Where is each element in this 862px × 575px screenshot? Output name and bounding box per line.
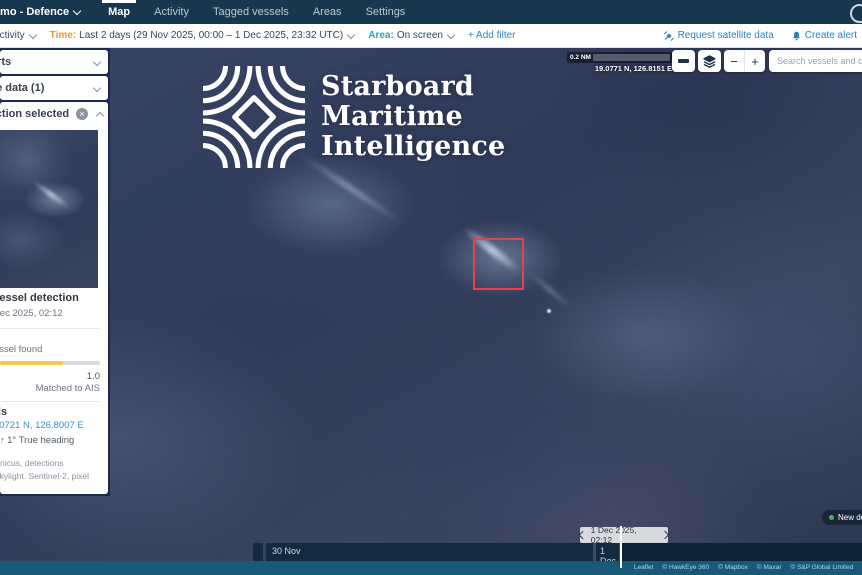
panel-detection-selected: 1 detection selected × Satellite vessel … <box>0 102 108 494</box>
zoom-out-button[interactable]: − <box>724 50 745 72</box>
layers-icon <box>703 55 716 68</box>
create-alert-button[interactable]: Create alert <box>792 30 857 41</box>
source-attribution-line2: Skylight. Sentinel-2, pixel <box>0 471 89 481</box>
panel-satellite-data[interactable]: Satellite data (1) <box>0 76 108 100</box>
new-detections-button[interactable]: New detections <box>822 510 862 525</box>
divider <box>0 401 100 402</box>
attribution-hawkeye[interactable]: © HawkEye 360 <box>662 564 709 571</box>
satellite-map[interactable]: Starboard Maritime Intelligence <box>0 0 862 575</box>
attribution-leaflet[interactable]: Leaflet <box>634 564 654 571</box>
map-attribution: Leaflet © HawkEye 360 © Mapbox © Maxar ©… <box>634 564 862 571</box>
score-value: 1.0 <box>0 371 100 382</box>
starboard-logo: Starboard Maritime Intelligence <box>203 66 505 168</box>
timeline-segment-future[interactable] <box>622 543 862 561</box>
score-note: Matched to AIS <box>0 383 100 394</box>
zoom-control: − + <box>724 50 765 72</box>
attribution-mapbox[interactable]: © Mapbox <box>718 564 748 571</box>
add-filter-button[interactable]: + Add filter <box>468 30 516 41</box>
satellite-icon <box>664 31 674 41</box>
starboard-logo-mark <box>203 66 305 168</box>
divider <box>0 328 100 329</box>
scale-line <box>593 54 670 61</box>
activity-filter-dropdown[interactable]: Activity <box>0 30 36 41</box>
request-satellite-data-button[interactable]: Request satellite data <box>664 30 774 41</box>
detection-selection-box[interactable] <box>473 238 524 290</box>
timeline-segment[interactable] <box>253 543 263 561</box>
chevron-left-icon[interactable] <box>579 531 587 539</box>
left-sidebar: Alerts Satellite data (1) 1 detection se… <box>0 48 110 496</box>
green-dot-icon <box>829 515 834 520</box>
workspace-label: Demo - Defence <box>0 6 69 18</box>
thumbnail-wake-streak <box>31 179 71 210</box>
area-filter-value: On screen <box>397 30 443 41</box>
tab-settings[interactable]: Settings <box>354 0 418 24</box>
area-filter-label: Area: <box>368 30 394 41</box>
bell-icon <box>792 31 801 41</box>
scale-label: 0.2 NM <box>567 54 591 61</box>
detection-coordinates-link[interactable]: 19.0721 N, 126.8007 E <box>0 420 84 431</box>
timeline-playhead[interactable] <box>620 526 622 568</box>
chevron-down-icon <box>28 30 36 38</box>
help-icon[interactable] <box>850 4 862 23</box>
search-box <box>769 50 862 72</box>
score-progress-bar <box>0 361 100 365</box>
zoom-in-button[interactable]: + <box>745 50 765 72</box>
top-navigation-bar: Demo - Defence Map Activity Tagged vesse… <box>0 0 862 24</box>
filter-bar: Activity Time: Last 2 days (29 Nov 2025,… <box>0 24 862 48</box>
workspace-dropdown[interactable]: Demo - Defence <box>0 0 80 24</box>
true-heading: 1° True heading <box>7 435 74 446</box>
app-window: Starboard Maritime Intelligence Demo - D… <box>0 0 862 575</box>
detection-thumbnail[interactable] <box>0 130 98 288</box>
score-progress-fill <box>0 361 63 365</box>
source-attribution-line1: Copernicus, detections <box>0 458 63 468</box>
measure-tool-button[interactable] <box>672 50 695 72</box>
chevron-down-icon <box>347 30 355 38</box>
time-filter-label: Time: <box>50 30 77 41</box>
layers-button[interactable] <box>698 50 721 72</box>
tab-tagged-vessels[interactable]: Tagged vessels <box>201 0 301 24</box>
score-label: Vessel found <box>0 344 42 355</box>
attribution-sp-global[interactable]: © S&P Global Limited <box>791 564 854 571</box>
details-heading: Details <box>0 406 7 418</box>
timeline-segment-1dec[interactable]: 1 Dec <box>596 543 619 561</box>
time-filter-value: Last 2 days (29 Nov 2025, 00:00 – 1 Dec … <box>79 30 343 41</box>
heading-arrow-icon: ↑ <box>0 435 5 446</box>
tab-activity[interactable]: Activity <box>142 0 201 24</box>
search-input[interactable] <box>769 50 862 72</box>
map-scale-bar: 0.2 NM <box>567 52 672 63</box>
map-footer: Leaflet © HawkEye 360 © Mapbox © Maxar ©… <box>0 561 862 575</box>
panel-alerts[interactable]: Alerts <box>0 50 108 74</box>
small-vessel-dot <box>547 309 551 313</box>
panel-alerts-title: Alerts <box>0 56 11 68</box>
area-filter[interactable]: Area: On screen <box>368 30 454 41</box>
cloud-streak <box>526 269 575 311</box>
starboard-logo-text: Starboard Maritime Intelligence <box>321 72 505 162</box>
close-icon[interactable]: × <box>76 108 88 120</box>
panel-selection-title: 1 detection selected <box>0 108 69 120</box>
detection-timestamp: 1 Dec 2025, 02:12 <box>0 308 63 319</box>
chevron-down-icon <box>447 30 455 38</box>
cursor-coordinates: 19.0771 N, 126.8151 E <box>540 64 672 73</box>
timeline-current-label: 1 Dec 2025, 02:12 <box>591 525 657 545</box>
measure-icon <box>678 59 689 63</box>
timeline-current-time[interactable]: 1 Dec 2025, 02:12 <box>580 527 668 543</box>
detection-title: Satellite vessel detection <box>0 292 79 304</box>
tab-areas[interactable]: Areas <box>301 0 354 24</box>
panel-satellite-data-title: Satellite data (1) <box>0 82 44 94</box>
attribution-maxar[interactable]: © Maxar <box>757 564 782 571</box>
tab-map[interactable]: Map <box>96 0 142 24</box>
new-detections-label: New detections <box>838 513 862 522</box>
timeline-segment-30nov[interactable]: 30 Nov <box>266 543 593 561</box>
timeline-day-label: 30 Nov <box>272 546 301 556</box>
chevron-down-icon <box>73 7 81 15</box>
time-filter[interactable]: Time: Last 2 days (29 Nov 2025, 00:00 – … <box>50 30 355 41</box>
